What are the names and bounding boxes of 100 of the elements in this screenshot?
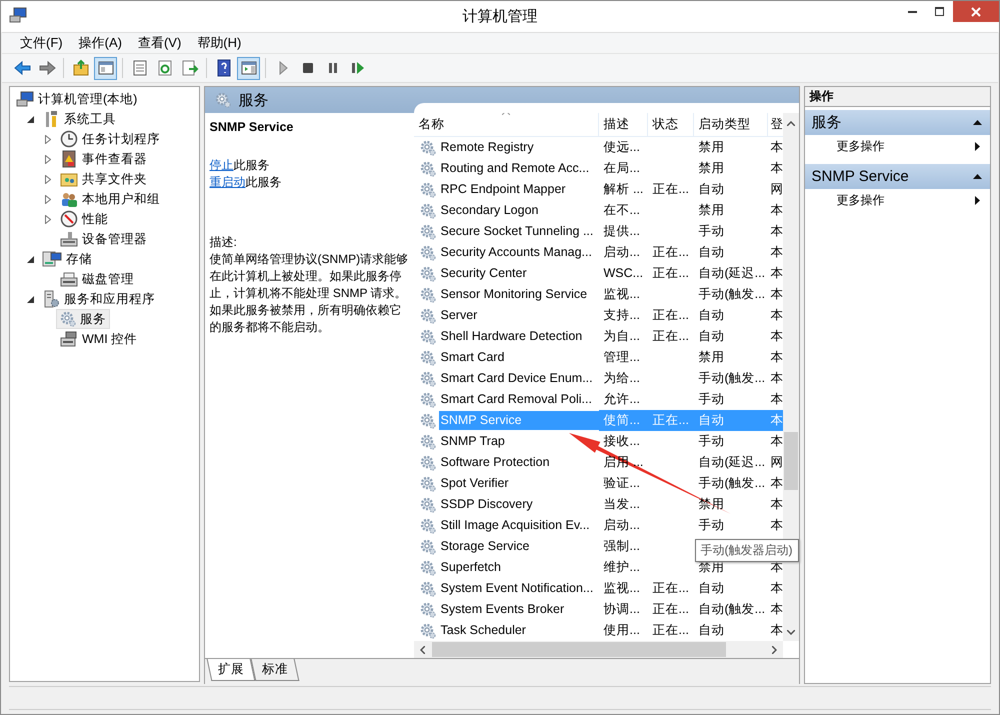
submenu-arrow-icon (975, 142, 980, 150)
gear-icon (60, 311, 76, 327)
menu-item[interactable]: 查看(V) (130, 32, 190, 54)
service-name[interactable]: Spot Verifier (438, 474, 511, 493)
maximize-icon (935, 7, 944, 16)
computer-icon (16, 91, 34, 107)
expand-arrow-icon[interactable] (45, 214, 51, 224)
table-cell-text: 允许... (602, 391, 641, 408)
back-arrow-icon (12, 59, 30, 77)
action-section-header[interactable]: 服务 (804, 110, 990, 135)
table-cell-text: 自动 (698, 244, 726, 261)
table-cell: 使简... (598, 410, 648, 431)
column-header[interactable]: 状态 (648, 113, 694, 137)
service-name[interactable]: Smart Card Removal Poli... (438, 390, 594, 409)
table-cell: 自动 (694, 410, 768, 431)
service-gear-icon (420, 434, 436, 450)
service-gear-icon (420, 602, 436, 618)
scroll-up-icon[interactable] (786, 121, 794, 126)
submenu-arrow-icon (975, 196, 980, 204)
service-name[interactable]: SSDP Discovery (438, 495, 535, 514)
scroll-thumb[interactable] (784, 432, 798, 490)
menu-item[interactable]: 文件(F) (12, 32, 71, 54)
action-item[interactable]: 更多操作 (804, 135, 990, 157)
service-name[interactable]: Security Accounts Manag... (438, 243, 594, 262)
scroll-left-icon[interactable] (420, 646, 424, 654)
service-name[interactable]: Secondary Logon (438, 201, 540, 220)
table-cell-text: 正在... (652, 181, 690, 198)
column-header[interactable]: 名称 (414, 113, 598, 137)
action-link[interactable]: 重启动 (210, 175, 246, 189)
expand-arrow-icon[interactable] (45, 154, 51, 164)
service-name[interactable]: Sensor Monitoring Service (438, 285, 590, 304)
view-tab[interactable]: 扩展 (206, 659, 255, 681)
tree-item[interactable]: WMI 控件 (56, 329, 142, 349)
scroll-right-icon[interactable] (772, 646, 776, 654)
service-name[interactable]: Remote Registry (438, 138, 536, 157)
tree-item[interactable]: 任务计划程序 (56, 129, 164, 149)
service-name[interactable]: Secure Socket Tunneling ... (438, 222, 596, 241)
tree-item[interactable]: 本地用户和组 (56, 189, 164, 209)
tree-item[interactable]: 计算机管理(本地) (12, 89, 142, 109)
table-cell-text: 禁用 (698, 139, 726, 156)
service-gear-icon (420, 370, 436, 386)
table-cell-text: 正在... (652, 244, 690, 261)
collapse-arrow-icon[interactable] (26, 116, 34, 122)
service-name[interactable]: Security Center (438, 264, 529, 283)
scroll-down-icon[interactable] (786, 630, 794, 635)
tree-item[interactable]: 设备管理器 (56, 229, 151, 249)
window-title: 计算机管理 (462, 7, 538, 26)
table-cell-text: 启动... (602, 244, 641, 261)
table-cell-text: 监视... (602, 286, 641, 303)
service-name[interactable]: Shell Hardware Detection (438, 327, 584, 346)
tree-item[interactable]: 性能 (56, 209, 112, 229)
service-name[interactable]: Software Protection (438, 453, 552, 472)
action-section-header[interactable]: SNMP Service (804, 164, 990, 189)
service-gear-icon (420, 518, 436, 534)
view-tab[interactable]: 标准 (250, 659, 299, 681)
service-name[interactable]: RPC Endpoint Mapper (438, 180, 568, 199)
column-header[interactable]: 描述 (598, 113, 648, 137)
menu-item[interactable]: 帮助(H) (189, 32, 250, 54)
close-button[interactable] (953, 1, 999, 22)
toolbar-button[interactable] (94, 56, 117, 80)
service-name[interactable]: Storage Service (438, 537, 532, 556)
service-name[interactable]: Task Scheduler (438, 621, 528, 640)
service-name[interactable]: Smart Card Device Enum... (438, 369, 595, 388)
service-name[interactable]: Still Image Acquisition Ev... (438, 516, 592, 535)
tree-item[interactable]: 磁盘管理 (56, 269, 138, 289)
service-name[interactable]: Server (438, 306, 480, 325)
export-list-icon (180, 59, 198, 77)
column-header[interactable]: 启动类型 (694, 113, 768, 137)
table-cell-text: 正在... (652, 307, 690, 324)
expand-arrow-icon[interactable] (45, 134, 51, 144)
table-cell-text: 自动 (698, 181, 726, 198)
tree-item[interactable]: 事件查看器 (56, 149, 151, 169)
services-icon (214, 92, 230, 108)
tree-item[interactable]: 系统工具 (38, 109, 120, 129)
table-cell-text: 正在... (652, 622, 690, 639)
tree-item[interactable]: 存储 (38, 249, 96, 269)
tree-item[interactable]: 共享文件夹 (56, 169, 151, 189)
service-name[interactable]: Superfetch (438, 558, 503, 577)
service-name[interactable]: SNMP Trap (438, 432, 507, 451)
tree-item[interactable]: 服务和应用程序 (38, 289, 159, 309)
tree-item[interactable]: 服务 (56, 309, 110, 329)
expand-arrow-icon[interactable] (45, 174, 51, 184)
collapse-arrow-icon[interactable] (26, 296, 34, 302)
table-cell-text: 验证... (602, 475, 641, 492)
service-gear-icon (420, 308, 436, 324)
action-link[interactable]: 停止 (210, 158, 234, 172)
action-item[interactable]: 更多操作 (804, 189, 990, 211)
collapse-caret-icon (973, 174, 982, 179)
collapse-arrow-icon[interactable] (26, 256, 34, 262)
toolbar-button[interactable] (237, 56, 260, 80)
service-name[interactable]: Routing and Remote Acc... (438, 159, 592, 178)
service-name[interactable]: System Event Notification... (438, 579, 596, 598)
horizontal-scrollbar[interactable] (414, 641, 782, 658)
expand-arrow-icon[interactable] (45, 194, 51, 204)
menu-item[interactable]: 操作(A) (70, 32, 130, 54)
table-cell-text: 自动 (698, 622, 726, 639)
close-icon (971, 6, 981, 16)
scroll-thumb[interactable] (432, 642, 726, 657)
service-name[interactable]: System Events Broker (438, 600, 566, 619)
service-name[interactable]: Smart Card (438, 348, 506, 367)
